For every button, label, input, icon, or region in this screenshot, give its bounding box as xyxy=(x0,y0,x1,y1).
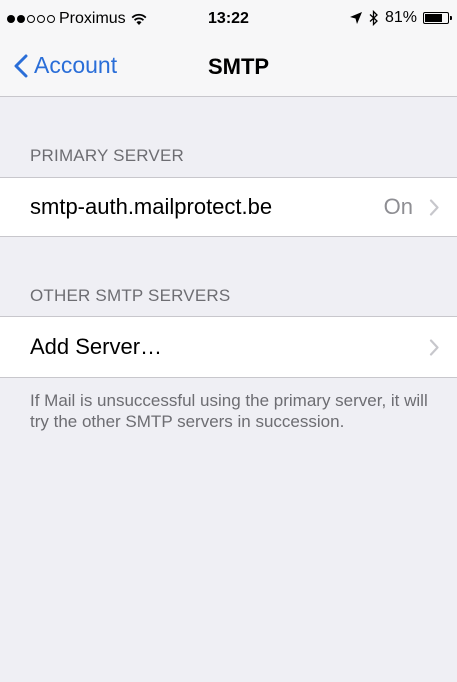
primary-server-row[interactable]: smtp-auth.mailprotect.be On xyxy=(0,177,457,237)
battery-cap xyxy=(450,16,452,20)
status-right: 81% xyxy=(349,9,452,27)
battery-fill xyxy=(425,14,442,22)
battery-icon xyxy=(423,12,452,24)
primary-server-status: On xyxy=(383,194,413,219)
other-servers-header: OTHER SMTP SERVERS xyxy=(30,286,231,305)
bluetooth-icon xyxy=(369,10,378,26)
location-arrow-icon xyxy=(349,12,362,24)
navigation-bar: Account SMTP xyxy=(0,40,457,97)
chevron-right-icon xyxy=(429,199,439,216)
smtp-settings-screen: Proximus 13:22 81% Account SMTP PRIMARY … xyxy=(0,0,457,682)
primary-server-name: smtp-auth.mailprotect.be xyxy=(30,194,273,219)
status-bar: Proximus 13:22 81% xyxy=(0,0,457,40)
add-server-row[interactable]: Add Server… xyxy=(0,316,457,378)
primary-server-header: PRIMARY SERVER xyxy=(30,146,184,165)
page-title: SMTP xyxy=(207,54,270,79)
chevron-right-icon xyxy=(429,339,439,356)
add-server-label: Add Server… xyxy=(30,334,163,359)
smtp-footer-note: If Mail is unsuccessful using the primar… xyxy=(30,391,428,431)
battery-percent: 81% xyxy=(384,9,417,26)
